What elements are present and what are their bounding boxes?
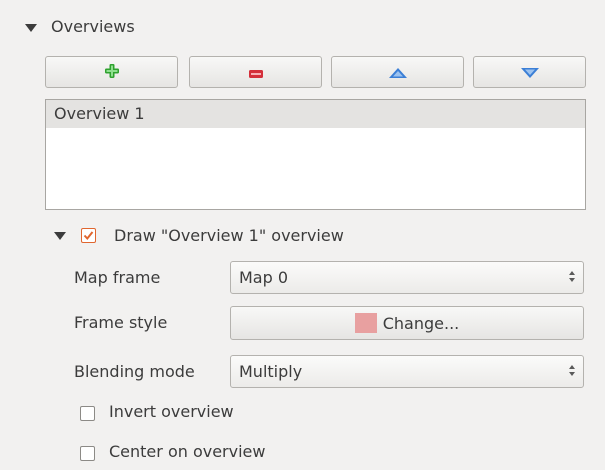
map-frame-label: Map frame xyxy=(74,268,161,287)
overviews-group-title: Overviews xyxy=(51,17,135,36)
blending-mode-value: Multiply xyxy=(239,362,303,381)
spin-arrows-icon xyxy=(569,365,575,376)
map-frame-value: Map 0 xyxy=(239,268,289,287)
invert-overview-label[interactable]: Invert overview xyxy=(109,401,234,423)
center-on-overview-label[interactable]: Center on overview xyxy=(109,441,265,463)
move-overview-up-button[interactable] xyxy=(331,56,464,88)
add-plus-icon xyxy=(104,63,119,82)
move-up-icon xyxy=(388,63,407,82)
remove-overview-button[interactable] xyxy=(189,56,322,88)
frame-style-label: Frame style xyxy=(74,313,168,332)
blending-mode-select[interactable]: Multiply xyxy=(230,355,584,388)
move-down-icon xyxy=(520,63,539,82)
move-overview-down-button[interactable] xyxy=(473,56,586,88)
center-on-overview-checkbox[interactable] xyxy=(80,446,95,461)
map-frame-select[interactable]: Map 0 xyxy=(230,261,584,294)
add-overview-button[interactable] xyxy=(45,56,178,88)
change-button-label: Change... xyxy=(382,313,460,333)
overview-item-label: Overview 1 xyxy=(54,104,145,123)
checkmark-icon xyxy=(83,231,94,241)
draw-overview-collapse-icon[interactable] xyxy=(54,232,66,240)
blending-mode-label: Blending mode xyxy=(74,362,195,381)
overview-list[interactable]: Overview 1 xyxy=(45,99,586,210)
draw-overview-label[interactable]: Draw "Overview 1" overview xyxy=(114,225,344,247)
draw-overview-checkbox[interactable] xyxy=(81,228,96,243)
list-item[interactable]: Overview 1 xyxy=(46,100,585,128)
spin-arrows-icon xyxy=(569,271,575,282)
invert-overview-checkbox[interactable] xyxy=(80,406,95,421)
overviews-collapse-icon[interactable] xyxy=(25,24,37,32)
remove-minus-icon xyxy=(248,63,263,82)
frame-color-swatch xyxy=(354,313,377,333)
frame-style-change-button[interactable]: Change... xyxy=(230,306,584,340)
